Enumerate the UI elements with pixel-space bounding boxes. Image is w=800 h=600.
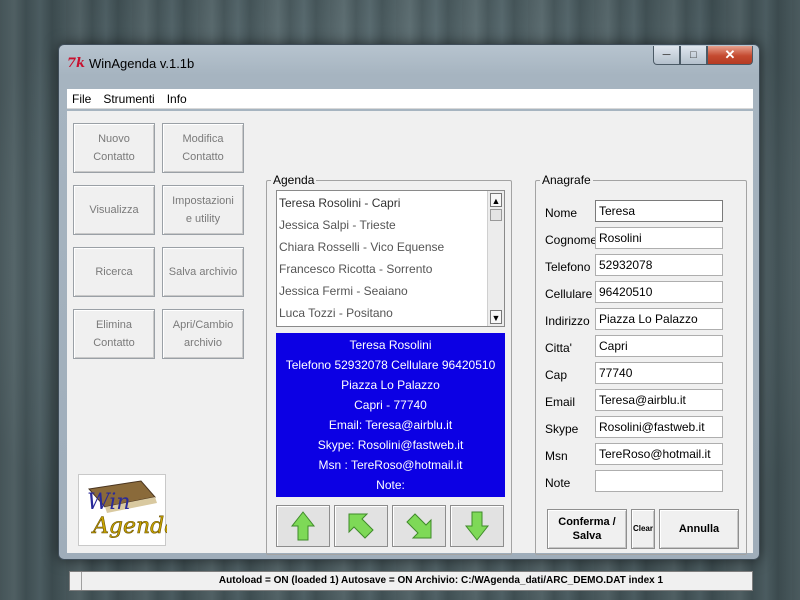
status-text: Autoload = ON (loaded 1) Autosave = ON A… bbox=[218, 575, 664, 586]
winagenda-logo: Win Agenda bbox=[78, 474, 178, 546]
button-label: Salva bbox=[572, 530, 602, 542]
button-label: Salva archivio bbox=[168, 266, 238, 278]
visualizza-button[interactable]: Visualizza bbox=[73, 185, 155, 235]
arrow-up-left-icon bbox=[348, 513, 374, 539]
maximize-icon[interactable]: □ bbox=[680, 46, 707, 65]
detail-line: Telefono 52932078 Cellulare 96420510 bbox=[285, 358, 496, 372]
nome-label: Nome bbox=[545, 206, 578, 220]
note-label: Note bbox=[545, 476, 571, 490]
email-label: Email bbox=[545, 395, 576, 409]
elimina-contatto-button[interactable]: Elimina Contatto bbox=[73, 309, 155, 359]
nav-first-button[interactable] bbox=[276, 505, 330, 547]
detail-line: Piazza Lo Palazzo bbox=[341, 378, 440, 392]
logo-text-agenda: Agenda bbox=[91, 514, 167, 539]
indirizzo-input[interactable] bbox=[595, 308, 723, 330]
list-item[interactable]: Francesco Ricotta - Sorrento bbox=[279, 259, 485, 279]
nome-input[interactable] bbox=[595, 200, 723, 222]
list-item[interactable]: Jessica Fermi - Seaiano bbox=[279, 281, 485, 301]
nav-prev-button[interactable] bbox=[334, 505, 388, 547]
list-item[interactable]: Luca Tozzi - Positano bbox=[279, 303, 485, 323]
annulla-button[interactable]: Annulla bbox=[659, 509, 739, 549]
impostazioni-button[interactable]: Impostazioni e utility bbox=[162, 185, 244, 235]
button-label: Ricerca bbox=[95, 266, 133, 278]
nav-next-button[interactable] bbox=[392, 505, 446, 547]
skype-input[interactable] bbox=[595, 416, 723, 438]
email-input[interactable] bbox=[595, 389, 723, 411]
msn-label: Msn bbox=[545, 449, 568, 463]
clear-button[interactable]: Clear bbox=[631, 509, 655, 549]
button-label: Nuovo bbox=[98, 133, 130, 145]
button-label: Elimina bbox=[95, 319, 133, 331]
cap-label: Cap bbox=[545, 368, 568, 382]
button-label: Apri/Cambio bbox=[172, 319, 234, 331]
scroll-up-icon[interactable]: ▲ bbox=[490, 193, 502, 207]
title-bar[interactable]: 7k WinAgenda v.1.1b ─ □ ✕ bbox=[59, 45, 759, 83]
menu-file[interactable]: File bbox=[72, 92, 91, 106]
button-label: Contatto bbox=[93, 337, 135, 349]
ricerca-button[interactable]: Ricerca bbox=[73, 247, 155, 297]
button-label: Conferma / bbox=[558, 516, 616, 528]
button-label: Contatto bbox=[93, 151, 135, 163]
scroll-down-icon[interactable]: ▼ bbox=[490, 310, 502, 324]
menu-bar: File Strumenti Info bbox=[67, 89, 753, 109]
button-label: e utility bbox=[185, 213, 221, 225]
detail-line: Skype: Rosolini@fastweb.it bbox=[317, 438, 464, 452]
list-item[interactable]: Jessica Salpi - Trieste bbox=[279, 215, 485, 235]
skype-label: Skype bbox=[545, 422, 579, 436]
tk-feather-icon: 7k bbox=[67, 56, 86, 71]
button-label: Clear bbox=[632, 524, 653, 533]
button-label: archivio bbox=[184, 337, 222, 349]
close-icon[interactable]: ✕ bbox=[707, 46, 753, 65]
detail-line: Note: bbox=[376, 478, 405, 492]
detail-line: Email: Teresa@airblu.it bbox=[328, 418, 453, 432]
contact-detail-panel: Teresa Rosolini Telefono 52932078 Cellul… bbox=[276, 333, 505, 497]
telefono-label: Telefono bbox=[545, 260, 591, 274]
menu-strumenti[interactable]: Strumenti bbox=[103, 92, 154, 106]
button-label: Annulla bbox=[678, 523, 720, 535]
cellulare-label: Cellulare bbox=[545, 287, 593, 301]
button-label: Visualizza bbox=[89, 204, 139, 216]
cognome-input[interactable] bbox=[595, 227, 723, 249]
scroll-thumb[interactable] bbox=[490, 209, 502, 221]
status-bar: Autoload = ON (loaded 1) Autosave = ON A… bbox=[69, 571, 753, 591]
cap-input[interactable] bbox=[595, 362, 723, 384]
main-panel: Nuovo Contatto Modifica Contatto Visualizz… bbox=[67, 111, 753, 555]
citta-input[interactable] bbox=[595, 335, 723, 357]
msn-input[interactable] bbox=[595, 443, 723, 465]
list-scrollbar[interactable]: ▲ ▼ bbox=[487, 191, 504, 326]
nav-last-button[interactable] bbox=[450, 505, 504, 547]
button-label: Impostazioni bbox=[172, 195, 234, 207]
note-input[interactable] bbox=[595, 470, 723, 492]
arrow-down-icon bbox=[464, 511, 490, 541]
modifica-contatto-button[interactable]: Modifica Contatto bbox=[162, 123, 244, 173]
contact-listbox[interactable]: Teresa Rosolini - Capri Jessica Salpi - … bbox=[276, 190, 505, 327]
citta-label: Citta' bbox=[545, 341, 572, 355]
winagenda-window: 7k WinAgenda v.1.1b ─ □ ✕ File Strumenti… bbox=[58, 44, 760, 591]
window-title: WinAgenda v.1.1b bbox=[89, 56, 195, 71]
cognome-label: Cognome bbox=[545, 233, 598, 247]
cellulare-input[interactable] bbox=[595, 281, 723, 303]
indirizzo-label: Indirizzo bbox=[545, 314, 590, 328]
nuovo-contatto-button[interactable]: Nuovo Contatto bbox=[73, 123, 155, 173]
list-item[interactable]: Chiara Rosselli - Vico Equense bbox=[279, 237, 485, 257]
menu-info[interactable]: Info bbox=[167, 92, 187, 106]
apri-cambio-archivio-button[interactable]: Apri/Cambio archivio bbox=[162, 309, 244, 359]
minimize-icon[interactable]: ─ bbox=[653, 46, 680, 65]
button-label: Contatto bbox=[182, 151, 224, 163]
arrow-down-right-icon bbox=[406, 513, 432, 539]
button-label: Modifica bbox=[182, 133, 224, 145]
status-grip bbox=[70, 572, 82, 590]
detail-line: Teresa Rosolini bbox=[349, 338, 432, 352]
agenda-legend: Agenda bbox=[273, 173, 315, 187]
telefono-input[interactable] bbox=[595, 254, 723, 276]
conferma-salva-button[interactable]: Conferma / Salva bbox=[547, 509, 627, 549]
detail-line: Msn : TereRoso@hotmail.it bbox=[318, 458, 463, 472]
detail-line: Capri - 77740 bbox=[354, 398, 427, 412]
salva-archivio-button[interactable]: Salva archivio bbox=[162, 247, 244, 297]
arrow-up-icon bbox=[290, 511, 316, 541]
list-item[interactable]: Teresa Rosolini - Capri bbox=[279, 193, 485, 213]
anagrafe-legend: Anagrafe bbox=[542, 173, 591, 187]
logo-text-win: Win bbox=[87, 490, 130, 515]
